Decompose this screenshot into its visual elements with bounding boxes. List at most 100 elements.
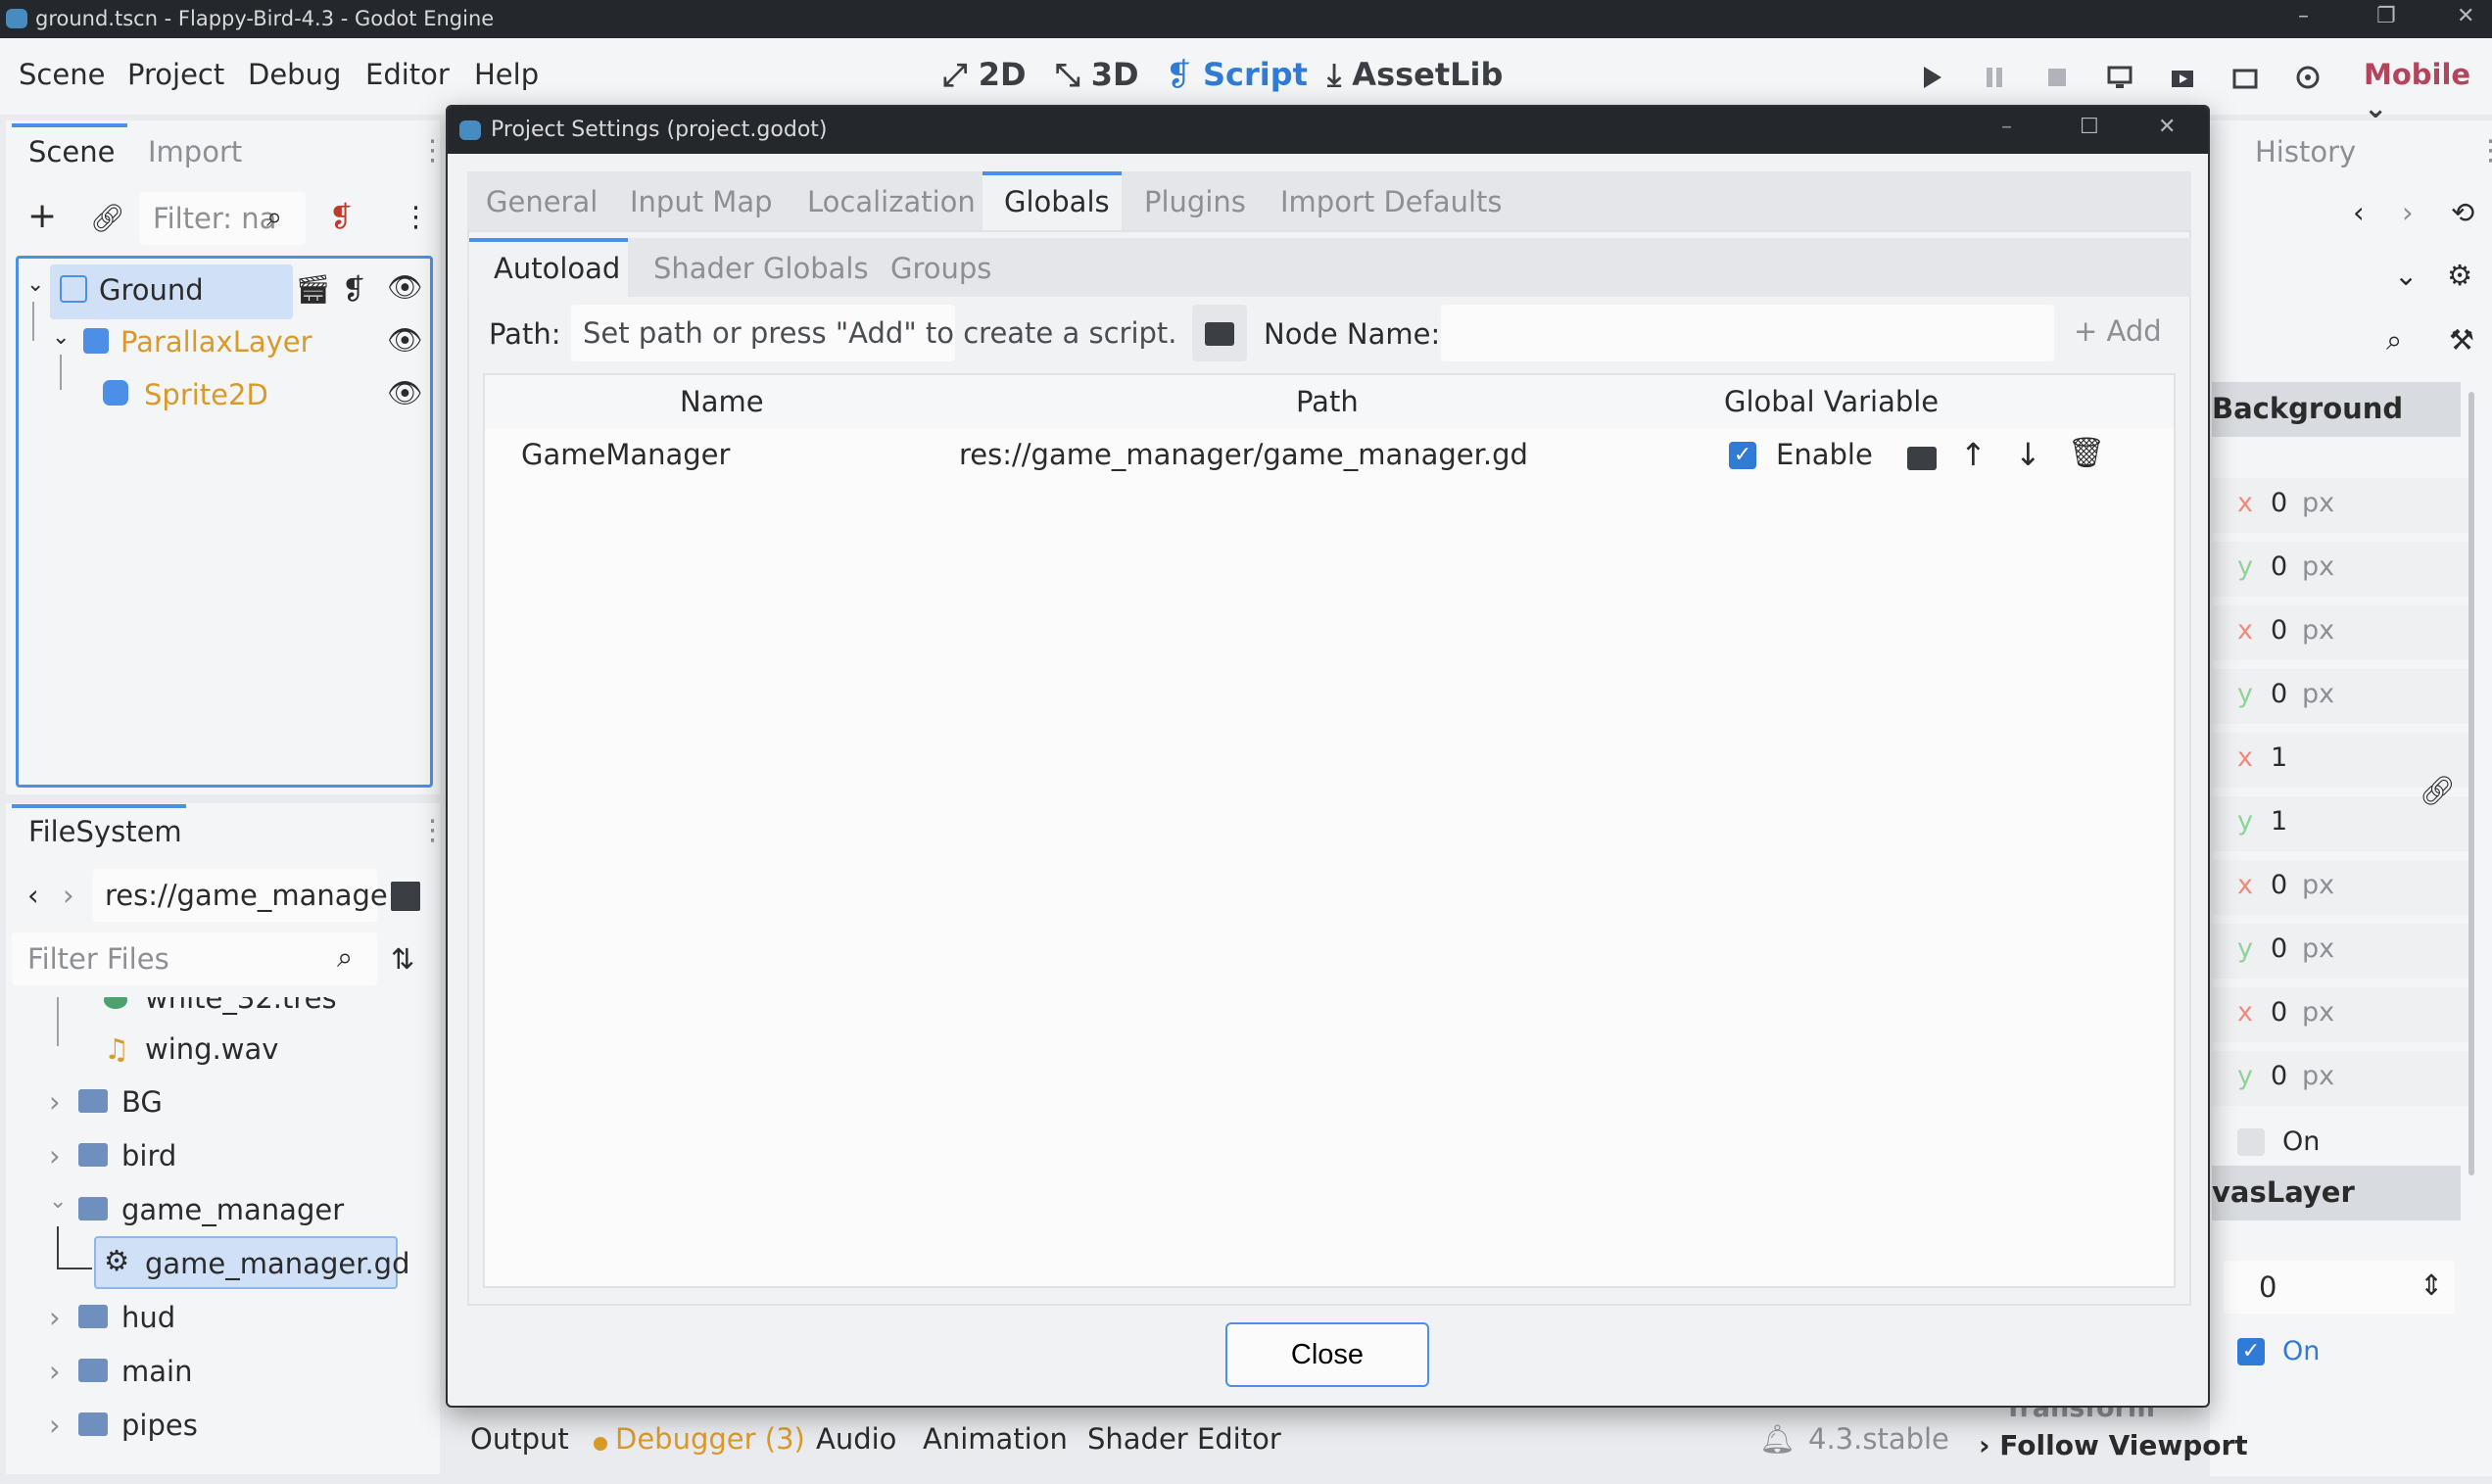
move-down-icon[interactable]: ↓ [2015, 436, 2041, 473]
nav-forward-icon[interactable]: › [63, 879, 74, 912]
inspector-vector-row[interactable]: x 0 px [2212, 860, 2468, 915]
node-name-input[interactable] [1441, 305, 2054, 361]
nav-back-icon[interactable]: ‹ [2353, 196, 2365, 229]
expand-icon[interactable]: › [49, 1301, 61, 1334]
checkbox-checked-icon[interactable]: ✓ [2237, 1338, 2265, 1365]
inspector-vector-row[interactable]: x 0 px [2212, 987, 2468, 1042]
bottom-tab-shader-editor[interactable]: Shader Editor [1087, 1422, 1281, 1456]
dialog-tab-input-map[interactable]: Input Map [630, 185, 773, 218]
split-view-icon[interactable] [391, 882, 420, 911]
run-custom-scene-icon[interactable] [2231, 64, 2259, 91]
pause-icon[interactable] [1981, 64, 2008, 91]
checkbox-checked-icon[interactable]: ✓ [1729, 442, 1756, 469]
inspector-vector-row[interactable]: y 0 px [2212, 1051, 2468, 1106]
expand-icon[interactable]: › [49, 1409, 61, 1442]
autoload-path[interactable]: res://game_manager/game_manager.gd [959, 438, 1528, 471]
subtab-groups[interactable]: Groups [890, 252, 991, 285]
subtab-autoload[interactable]: Autoload [494, 252, 620, 285]
trash-icon[interactable]: 🗑︎ [2068, 436, 2105, 470]
inspector-vector-row[interactable]: y 0 px [2212, 669, 2468, 724]
attach-script-icon[interactable]: ❡ [342, 272, 365, 306]
browse-folder-button[interactable] [1192, 305, 1247, 361]
search-icon[interactable]: ⌕ [2386, 323, 2402, 358]
dock-menu-icon[interactable]: ⋮ [418, 813, 447, 846]
collapse-icon[interactable]: ⌄ [26, 272, 44, 297]
file-white-32-tres[interactable]: white_32.tres [145, 997, 337, 1015]
notification-bell-icon[interactable]: 🔔︎ [1759, 1422, 1796, 1457]
bottom-tab-debugger[interactable]: Debugger (3) [615, 1422, 805, 1456]
sort-icon[interactable]: ⇅ [391, 942, 414, 976]
menu-debug[interactable]: Debug [248, 58, 341, 91]
restore-icon[interactable]: ❐ [2376, 4, 2396, 28]
expand-icon[interactable]: › [49, 1139, 61, 1173]
bottom-tab-animation[interactable]: Animation [923, 1422, 1068, 1456]
scene-node-ground[interactable]: Ground [99, 273, 204, 307]
file-game-manager-gd[interactable]: game_manager.gd [145, 1247, 410, 1280]
scene-node-parallaxlayer[interactable]: ParallaxLayer [120, 325, 312, 359]
dialog-tab-globals[interactable]: Globals [1004, 185, 1110, 218]
movie-maker-icon[interactable] [2294, 64, 2322, 91]
expand-icon[interactable]: › [49, 1085, 61, 1119]
mode-script-button[interactable]: ❡ Script [1166, 56, 1308, 93]
bottom-tab-audio[interactable]: Audio [816, 1422, 896, 1456]
tab-history[interactable]: History [2255, 135, 2356, 168]
close-button[interactable]: Close [1225, 1322, 1429, 1387]
dock-menu-icon[interactable]: ⋮ [418, 133, 447, 167]
move-up-icon[interactable]: ↑ [1960, 436, 1987, 473]
folder-bg[interactable]: BG [121, 1085, 163, 1119]
filesystem-filter-input[interactable]: Filter Files ⌕ [12, 933, 377, 985]
run-scene-icon[interactable] [2169, 64, 2196, 91]
visibility-icon[interactable]: 👁︎ [387, 270, 423, 305]
link-icon[interactable]: 🔗︎ [90, 202, 125, 234]
expand-icon[interactable]: › [49, 1355, 61, 1388]
file-wing-wav[interactable]: wing.wav [145, 1032, 278, 1066]
visibility-icon[interactable]: 👁︎ [387, 323, 423, 358]
inspector-vector-row[interactable]: x 0 px [2212, 478, 2468, 533]
filesystem-path-input[interactable]: res://game_manage [93, 869, 388, 922]
nav-back-icon[interactable]: ‹ [27, 879, 39, 912]
scene-node-sprite2d[interactable]: Sprite2D [144, 378, 268, 411]
folder-bird[interactable]: bird [121, 1139, 176, 1173]
tab-import[interactable]: Import [148, 135, 242, 168]
folder-hud[interactable]: hud [121, 1301, 175, 1334]
tab-scene[interactable]: Scene [28, 135, 115, 168]
stop-icon[interactable] [2043, 64, 2071, 91]
bottom-tab-output[interactable]: Output [470, 1422, 569, 1456]
folder-main[interactable]: main [121, 1355, 192, 1388]
inspector-vector-row[interactable]: x 0 px [2212, 605, 2468, 660]
menu-project[interactable]: Project [127, 58, 224, 91]
visibility-icon[interactable]: 👁︎ [387, 376, 423, 410]
collapse-icon[interactable]: ⌄ [49, 1189, 67, 1214]
dialog-tab-plugins[interactable]: Plugins [1144, 185, 1246, 218]
link-icon[interactable]: 🔗︎ [2420, 774, 2456, 808]
table-row[interactable]: GameManager res://game_manager/game_mana… [485, 430, 2174, 483]
scene-menu-icon[interactable]: ⋮ [402, 200, 430, 233]
close-window-icon[interactable]: ✕ [2457, 4, 2474, 28]
close-dialog-icon[interactable]: ✕ [2158, 115, 2176, 139]
chevron-down-icon[interactable]: ⌄ [2394, 259, 2418, 292]
checkbox-unchecked-icon[interactable] [2237, 1128, 2265, 1156]
add-autoload-button[interactable]: + Add [2074, 314, 2162, 348]
inspector-scrollbar[interactable] [2468, 392, 2474, 1175]
add-node-icon[interactable]: + [27, 196, 57, 236]
renderer-select[interactable]: Mobile ⌄ [2364, 58, 2492, 124]
nav-forward-icon[interactable]: › [2402, 196, 2414, 229]
menu-editor[interactable]: Editor [365, 58, 450, 91]
clapper-icon[interactable]: 🎬︎ [295, 272, 331, 307]
inspector-vector-row[interactable]: y 0 px [2212, 542, 2468, 597]
collapse-icon[interactable]: ⌄ [52, 325, 70, 350]
dock-menu-icon[interactable]: ⋮ [2476, 133, 2492, 167]
menu-help[interactable]: Help [474, 58, 539, 91]
node-settings-icon[interactable]: ⚙ [2447, 259, 2472, 292]
mode-assetlib-button[interactable]: ⤓ AssetLib [1327, 56, 1503, 94]
tab-filesystem[interactable]: FileSystem [28, 815, 182, 848]
scene-filter-input[interactable]: Filter: na ⌕ [139, 192, 306, 245]
maximize-icon[interactable]: ☐ [2080, 115, 2099, 139]
autoload-name[interactable]: GameManager [521, 438, 730, 471]
menu-scene[interactable]: Scene [19, 58, 105, 91]
mode-2d-button[interactable]: ⤢ 2D [942, 56, 1027, 94]
updown-icon[interactable]: ⇕ [2420, 1269, 2443, 1302]
folder-pipes[interactable]: pipes [121, 1409, 198, 1442]
mode-3d-button[interactable]: ⤡ 3D [1055, 56, 1139, 94]
play-icon[interactable] [1918, 64, 1945, 91]
